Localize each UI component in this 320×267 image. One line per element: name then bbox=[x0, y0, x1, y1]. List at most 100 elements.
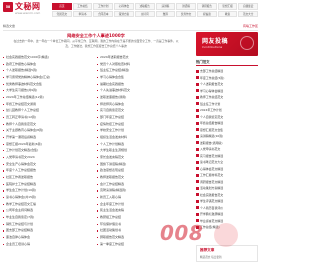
article-link[interactable]: 毕业生自我鉴定(7篇) bbox=[3, 214, 95, 221]
breadcrumb-right-link[interactable]: 有啥工作区 bbox=[243, 24, 258, 28]
article-link[interactable]: 教师述职报告范文 bbox=[97, 174, 189, 181]
nav-item[interactable]: 工作计划 bbox=[93, 3, 114, 10]
article-link[interactable]: 思想汇报2024年最新(6篇) bbox=[3, 141, 95, 148]
article-link[interactable]: 销售工作总结与计划 bbox=[3, 221, 95, 228]
article-link[interactable]: 辞职报告范文精选 bbox=[97, 234, 189, 241]
nav-item[interactable]: 申请书 bbox=[72, 10, 93, 17]
article-link[interactable]: 廉洁自律心得体会 bbox=[3, 234, 95, 241]
featured-title[interactable]: 网络安全工作个人事迹1000字 bbox=[3, 32, 189, 39]
article-link[interactable]: 安全生产心得体会范文 bbox=[3, 161, 95, 168]
article-link[interactable]: 公司年会主持词精选 bbox=[3, 207, 95, 214]
article-link[interactable]: 实习自我鉴定范文 bbox=[97, 107, 189, 114]
article-link[interactable]: 企业员工培训心得 bbox=[3, 241, 95, 248]
article-link[interactable]: 员工转正申请书(12篇) bbox=[3, 114, 95, 121]
article-link[interactable]: 党员个人对照检查材料 bbox=[97, 61, 189, 68]
bullet-icon bbox=[196, 102, 199, 106]
nav-item[interactable]: 主持词 bbox=[134, 10, 155, 17]
article-link[interactable]: 读书心得体会(共15篇) bbox=[3, 194, 95, 201]
article-link[interactable]: 大学生职业生涯规划 bbox=[97, 147, 189, 154]
nav-item[interactable]: 调研报告 bbox=[196, 3, 217, 10]
article-link[interactable]: 暑期社会实践报告 bbox=[97, 81, 189, 88]
nav-item[interactable]: 党团范文 bbox=[52, 10, 72, 17]
article-link[interactable]: 会计工作总结精选 bbox=[97, 181, 189, 188]
nav-item[interactable]: 首页 bbox=[52, 3, 72, 10]
article-link[interactable]: 年终工作总结范文通用 bbox=[3, 101, 95, 108]
bullet-icon bbox=[196, 115, 199, 119]
recommend-box: 推荐文章 精选范文 每日更新 bbox=[196, 245, 258, 262]
article-link-label: 年终工作总结范文通用 bbox=[6, 101, 37, 106]
article-link[interactable]: 团支部工作总结精选 bbox=[3, 227, 95, 234]
article-link[interactable]: 个人述职报告(精选5篇) bbox=[3, 67, 95, 74]
article-link[interactable]: 幼儿园教师个人工作总结 bbox=[3, 107, 95, 114]
article-link-label: 企业员工培训心得 bbox=[6, 241, 31, 246]
article-link-label: 环境保护倡议书 bbox=[100, 221, 122, 226]
article-link[interactable]: 新员工入职心得 bbox=[97, 194, 189, 201]
article-link[interactable]: 教师个人自我鉴定范文 bbox=[3, 121, 95, 128]
nav-item[interactable]: 思想汇报 bbox=[217, 3, 238, 10]
nav-item[interactable]: 致辞 bbox=[155, 10, 176, 17]
article-link[interactable]: 述职述廉报告(通用) bbox=[97, 94, 189, 101]
article-link[interactable]: 第一季度工作总结 bbox=[97, 241, 189, 248]
article-link[interactable]: 个人工作计划精选 bbox=[97, 141, 189, 148]
article-link[interactable]: 医院护士工作总结精选 bbox=[3, 181, 95, 188]
article-link[interactable]: 开学第一课观后感精选 bbox=[3, 134, 95, 141]
article-link[interactable]: 部门年度工作总结 bbox=[97, 114, 189, 121]
site-logo-badge[interactable]: 58 bbox=[3, 2, 13, 12]
nav-item[interactable]: 教案 bbox=[217, 10, 238, 17]
article-link[interactable]: 社区工作者述职报告 bbox=[3, 174, 95, 181]
article-link[interactable]: 企业年度工作计划 bbox=[97, 201, 189, 208]
nav-item[interactable]: 策划方案 bbox=[114, 10, 134, 17]
article-link[interactable]: 家长会发言稿范文 bbox=[97, 154, 189, 161]
article-link[interactable]: 国旗下讲话稿(精选) bbox=[97, 161, 189, 168]
article-link[interactable]: 学校安全工作计划 bbox=[97, 127, 189, 134]
nav-item-label: 范文大全 bbox=[242, 12, 254, 16]
nav-row-2: 党团范文 申请书 合同范本 策划方案 主持词 致辞 优秀作文 祝福语 教案 范文大全 bbox=[52, 10, 259, 17]
article-link-label: 个人述职报告(精选5篇) bbox=[6, 68, 38, 73]
nav-item[interactable]: 自我鉴定 bbox=[238, 3, 259, 10]
article-link[interactable]: 优秀教师事迹材料范文合集 bbox=[3, 81, 95, 88]
nav-item[interactable]: 工作总结 bbox=[72, 3, 93, 10]
nav-item[interactable]: 述职报告 bbox=[134, 3, 155, 10]
article-link[interactable]: 学习心得体会合集 bbox=[97, 74, 189, 81]
article-link[interactable]: 学生会工作计划(10篇) bbox=[3, 187, 95, 194]
article-link[interactable]: 组织生活会发言材料 bbox=[97, 134, 189, 141]
article-link[interactable]: 社团活动策划书 bbox=[97, 227, 189, 234]
article-link[interactable]: 民主生活会发言稿 bbox=[97, 207, 189, 214]
article-link[interactable]: 师德师风心得体会 bbox=[97, 101, 189, 108]
contribute-banner[interactable]: 网友投稿 Contributions bbox=[196, 32, 258, 56]
bullet-icon bbox=[196, 128, 199, 132]
hot-article-link[interactable]: 工作总结(精选) bbox=[196, 224, 258, 231]
nav-item[interactable]: 范文大全 bbox=[238, 10, 259, 17]
article-link[interactable]: 环境保护倡议书 bbox=[97, 221, 189, 228]
nav-item[interactable]: 演讲稿 bbox=[155, 3, 176, 10]
article-link-label: 团支部工作总结精选 bbox=[6, 228, 34, 233]
bullet-icon bbox=[196, 219, 199, 223]
article-link[interactable]: 竞聘演讲稿(精选篇) bbox=[97, 187, 189, 194]
nav-item[interactable]: 祝福语 bbox=[196, 10, 217, 17]
article-link[interactable]: 个人先进事迹材料范文 bbox=[97, 87, 189, 94]
nav-item[interactable]: 优秀作文 bbox=[176, 10, 196, 17]
article-link[interactable]: 疫情防控工作总结 bbox=[97, 121, 189, 128]
nav-item[interactable]: 讲话稿 bbox=[176, 3, 196, 10]
breadcrumb-current[interactable]: 精选文章 bbox=[3, 24, 15, 28]
article-link[interactable]: 政治思想表现总结 bbox=[97, 167, 189, 174]
article-link[interactable]: 关于主题教育心得体会(8篇) bbox=[3, 127, 95, 134]
nav-item[interactable]: 合同范本 bbox=[93, 10, 114, 17]
article-link-label: 民主生活会发言稿 bbox=[100, 208, 125, 213]
article-link[interactable]: 2024年述职报告范文 bbox=[97, 54, 189, 61]
article-link[interactable]: 政府工作报告心得体会 bbox=[3, 61, 95, 68]
featured-article: 网络安全工作个人事迹1000字 在过去的一年中，这一年在一个单位工作期间，从平常… bbox=[3, 32, 189, 52]
article-link[interactable]: 学习贯彻党的精神心得体会(汇总) bbox=[3, 74, 95, 81]
hot-article-link-label: 工作总结(精选) bbox=[200, 225, 220, 230]
recommend-text[interactable]: 精选范文 每日更新 bbox=[197, 255, 257, 259]
article-link[interactable]: 2024年工作总结精选(12篇) bbox=[3, 94, 95, 101]
article-link[interactable]: 社会实践报告范文1000字(精选) bbox=[3, 54, 95, 61]
article-link[interactable]: 年度个人工作总结报告 bbox=[3, 167, 95, 174]
article-link[interactable]: 教研组工作总结 bbox=[97, 214, 189, 221]
article-link[interactable]: 大学生实习报告(共9篇) bbox=[3, 87, 95, 94]
article-link[interactable]: 入党申请书范文2024 bbox=[3, 154, 95, 161]
article-link[interactable]: 教学工作总结范文汇编 bbox=[3, 201, 95, 208]
nav-item[interactable]: 心得体会 bbox=[114, 3, 134, 10]
article-link[interactable]: 工作计划范文精选(合集) bbox=[3, 147, 95, 154]
article-link[interactable]: 班主任工作总结(精选) bbox=[97, 67, 189, 74]
